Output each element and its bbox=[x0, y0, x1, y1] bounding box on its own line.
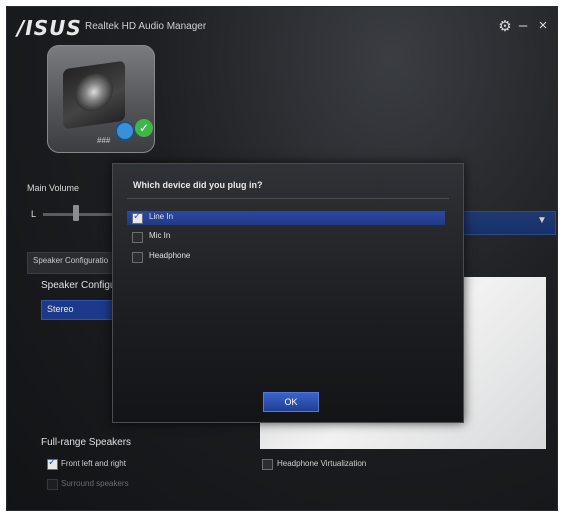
option-line-in[interactable]: Line In bbox=[127, 211, 445, 225]
realtek-hd-audio-manager-window: /ISUS Realtek HD Audio Manager ⚙ – × ✓ #… bbox=[6, 6, 558, 511]
line-in-checkbox[interactable] bbox=[132, 211, 143, 224]
headphone-virtualization-checkbox[interactable] bbox=[262, 459, 273, 470]
speaker-cone-icon bbox=[75, 70, 113, 114]
device-plug-in-dialog: Which device did you plug in? Line In Mi… bbox=[112, 163, 464, 423]
dialog-divider bbox=[127, 198, 449, 199]
tab-speaker-configuration-label: Speaker Configuratio bbox=[33, 256, 109, 265]
app-title: Realtek HD Audio Manager bbox=[85, 21, 207, 32]
speaker-configuration-value: Stereo bbox=[47, 304, 74, 314]
device-label: ### bbox=[97, 136, 111, 145]
headphone-label: Headphone bbox=[149, 251, 191, 260]
surround-speakers-checkbox bbox=[47, 479, 58, 490]
mic-in-checkbox[interactable] bbox=[132, 232, 143, 243]
title-bar: /ISUS Realtek HD Audio Manager ⚙ – × bbox=[7, 7, 557, 43]
ok-button[interactable]: OK bbox=[263, 392, 319, 412]
speaker-configuration-heading: Speaker Configu bbox=[41, 280, 116, 291]
settings-icon[interactable]: ⚙ bbox=[497, 17, 513, 35]
close-icon[interactable]: × bbox=[535, 17, 551, 34]
front-left-right-checkbox[interactable] bbox=[47, 457, 58, 470]
headphone-virtualization-label: Headphone Virtualization bbox=[277, 459, 367, 468]
asus-logo: /ISUS bbox=[17, 16, 82, 40]
full-range-speakers-heading: Full-range Speakers bbox=[41, 437, 132, 448]
dialog-title: Which device did you plug in? bbox=[133, 180, 263, 190]
volume-slider-thumb[interactable] bbox=[73, 205, 79, 221]
minimize-icon[interactable]: – bbox=[515, 17, 531, 34]
headphone-checkbox[interactable] bbox=[132, 252, 143, 263]
front-left-right-label: Front left and right bbox=[61, 459, 126, 468]
speaker-icon bbox=[63, 60, 125, 130]
device-status-blue-icon bbox=[115, 121, 135, 141]
device-active-check-icon: ✓ bbox=[135, 119, 153, 137]
surround-speakers-label: Surround speakers bbox=[61, 479, 129, 488]
chevron-down-icon[interactable]: ▼ bbox=[537, 215, 547, 226]
main-volume-label: Main Volume bbox=[27, 183, 80, 193]
line-in-label: Line In bbox=[149, 212, 174, 221]
option-headphone[interactable]: Headphone bbox=[127, 250, 445, 264]
speaker-device-tile[interactable]: ✓ ### bbox=[47, 45, 155, 153]
balance-left-label: L bbox=[31, 209, 37, 219]
mic-in-label: Mic In bbox=[149, 231, 171, 240]
option-mic-in[interactable]: Mic In bbox=[127, 230, 445, 244]
